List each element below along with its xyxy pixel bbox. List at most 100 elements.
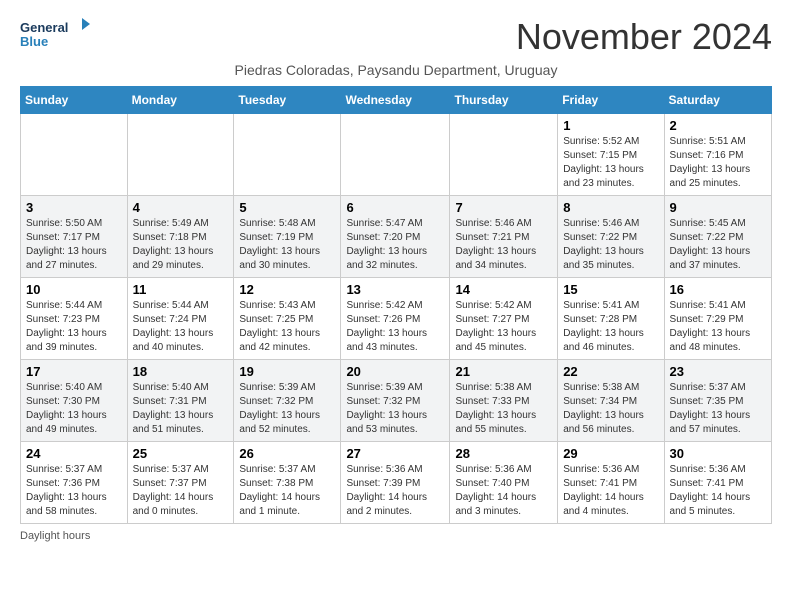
day-header-monday: Monday — [127, 87, 234, 114]
calendar-cell: 17 Sunrise: 5:40 AMSunset: 7:30 PMDayligh… — [21, 360, 128, 442]
day-info: Sunrise: 5:44 AMSunset: 7:23 PMDaylight:… — [26, 299, 122, 355]
day-number: 11 — [133, 282, 229, 297]
day-info: Sunrise: 5:36 AMSunset: 7:40 PMDaylight:… — [455, 463, 552, 519]
day-info: Sunrise: 5:45 AMSunset: 7:22 PMDaylight:… — [670, 217, 766, 273]
day-number: 3 — [26, 200, 122, 215]
day-number: 29 — [563, 446, 658, 461]
day-number: 10 — [26, 282, 122, 297]
day-number: 30 — [670, 446, 766, 461]
calendar-cell: 28Sunrise: 5:36 AMSunset: 7:40 PMDayligh… — [450, 442, 558, 524]
day-number: 23 — [670, 364, 766, 379]
day-number: 17 — [26, 364, 122, 379]
footer-note: Daylight hours — [20, 530, 772, 542]
logo: General Blue — [20, 16, 90, 56]
day-info: Sunrise: 5:42 AMSunset: 7:27 PMDaylight:… — [455, 299, 552, 355]
calendar-cell: 26 Sunrise: 5:37 AMSunset: 7:38 PMDayligh… — [234, 442, 341, 524]
calendar-cell — [21, 114, 128, 196]
calendar-cell: 7 Sunrise: 5:46 AMSunset: 7:21 PMDaylight… — [450, 196, 558, 278]
day-info: Sunrise: 5:39 AMSunset: 7:32 PMDaylight:… — [346, 381, 444, 437]
day-info: Sunrise: 5:37 AMSunset: 7:36 PMDaylight:… — [26, 463, 122, 519]
day-number: 16 — [670, 282, 766, 297]
day-number: 20 — [346, 364, 444, 379]
day-info: Sunrise: 5:36 AMSunset: 7:41 PMDaylight:… — [563, 463, 658, 519]
day-number: 18 — [133, 364, 229, 379]
day-info: Sunrise: 5:36 AMSunset: 7:41 PMDaylight:… — [670, 463, 766, 519]
day-header-saturday: Saturday — [664, 87, 771, 114]
day-number: 14 — [455, 282, 552, 297]
calendar-cell: 21 Sunrise: 5:38 AMSunset: 7:33 PMDayligh… — [450, 360, 558, 442]
calendar-cell: 20 Sunrise: 5:39 AMSunset: 7:32 PMDayligh… — [341, 360, 450, 442]
calendar-cell: 9 Sunrise: 5:45 AMSunset: 7:22 PMDaylight… — [664, 196, 771, 278]
calendar-cell: 11 Sunrise: 5:44 AMSunset: 7:24 PMDayligh… — [127, 278, 234, 360]
day-number: 15 — [563, 282, 658, 297]
day-info: Sunrise: 5:42 AMSunset: 7:26 PMDaylight:… — [346, 299, 444, 355]
day-number: 5 — [239, 200, 335, 215]
calendar-cell — [127, 114, 234, 196]
day-header-tuesday: Tuesday — [234, 87, 341, 114]
day-number: 2 — [670, 118, 766, 133]
day-info: Sunrise: 5:37 AMSunset: 7:35 PMDaylight:… — [670, 381, 766, 437]
day-number: 8 — [563, 200, 658, 215]
page-title: November 2024 — [516, 16, 772, 58]
day-number: 26 — [239, 446, 335, 461]
day-info: Sunrise: 5:49 AMSunset: 7:18 PMDaylight:… — [133, 217, 229, 273]
day-number: 4 — [133, 200, 229, 215]
day-info: Sunrise: 5:40 AMSunset: 7:30 PMDaylight:… — [26, 381, 122, 437]
calendar-cell: 24 Sunrise: 5:37 AMSunset: 7:36 PMDayligh… — [21, 442, 128, 524]
calendar: SundayMondayTuesdayWednesdayThursdayFrid… — [20, 86, 772, 524]
day-info: Sunrise: 5:46 AMSunset: 7:22 PMDaylight:… — [563, 217, 658, 273]
day-info: Sunrise: 5:47 AMSunset: 7:20 PMDaylight:… — [346, 217, 444, 273]
day-number: 19 — [239, 364, 335, 379]
calendar-cell — [234, 114, 341, 196]
day-number: 13 — [346, 282, 444, 297]
svg-text:Blue: Blue — [20, 34, 48, 49]
day-info: Sunrise: 5:43 AMSunset: 7:25 PMDaylight:… — [239, 299, 335, 355]
day-info: Sunrise: 5:41 AMSunset: 7:29 PMDaylight:… — [670, 299, 766, 355]
calendar-cell: 14 Sunrise: 5:42 AMSunset: 7:27 PMDayligh… — [450, 278, 558, 360]
day-number: 12 — [239, 282, 335, 297]
day-info: Sunrise: 5:51 AMSunset: 7:16 PMDaylight:… — [670, 135, 766, 191]
day-info: Sunrise: 5:37 AMSunset: 7:37 PMDaylight:… — [133, 463, 229, 519]
calendar-cell: 8 Sunrise: 5:46 AMSunset: 7:22 PMDaylight… — [558, 196, 664, 278]
calendar-cell: 30 Sunrise: 5:36 AMSunset: 7:41 PMDayligh… — [664, 442, 771, 524]
calendar-cell: 3 Sunrise: 5:50 AMSunset: 7:17 PMDaylight… — [21, 196, 128, 278]
day-info: Sunrise: 5:38 AMSunset: 7:33 PMDaylight:… — [455, 381, 552, 437]
day-info: Sunrise: 5:40 AMSunset: 7:31 PMDaylight:… — [133, 381, 229, 437]
day-number: 25 — [133, 446, 229, 461]
calendar-cell: 4 Sunrise: 5:49 AMSunset: 7:18 PMDaylight… — [127, 196, 234, 278]
day-info: Sunrise: 5:44 AMSunset: 7:24 PMDaylight:… — [133, 299, 229, 355]
day-info: Sunrise: 5:37 AMSunset: 7:38 PMDaylight:… — [239, 463, 335, 519]
calendar-cell: 19Sunrise: 5:39 AMSunset: 7:32 PMDayligh… — [234, 360, 341, 442]
day-number: 9 — [670, 200, 766, 215]
day-number: 21 — [455, 364, 552, 379]
calendar-cell: 23 Sunrise: 5:37 AMSunset: 7:35 PMDayligh… — [664, 360, 771, 442]
day-info: Sunrise: 5:50 AMSunset: 7:17 PMDaylight:… — [26, 217, 122, 273]
day-info: Sunrise: 5:48 AMSunset: 7:19 PMDaylight:… — [239, 217, 335, 273]
calendar-cell: 13 Sunrise: 5:42 AMSunset: 7:26 PMDayligh… — [341, 278, 450, 360]
calendar-cell: 2 Sunrise: 5:51 AMSunset: 7:16 PMDaylight… — [664, 114, 771, 196]
calendar-cell: 10 Sunrise: 5:44 AMSunset: 7:23 PMDayligh… — [21, 278, 128, 360]
day-number: 1 — [563, 118, 658, 133]
day-header-friday: Friday — [558, 87, 664, 114]
day-number: 24 — [26, 446, 122, 461]
calendar-cell: 16 Sunrise: 5:41 AMSunset: 7:29 PMDayligh… — [664, 278, 771, 360]
calendar-cell: 22 Sunrise: 5:38 AMSunset: 7:34 PMDayligh… — [558, 360, 664, 442]
day-info: Sunrise: 5:38 AMSunset: 7:34 PMDaylight:… — [563, 381, 658, 437]
day-number: 22 — [563, 364, 658, 379]
calendar-cell: 6 Sunrise: 5:47 AMSunset: 7:20 PMDaylight… — [341, 196, 450, 278]
logo-svg: General Blue — [20, 16, 90, 56]
day-number: 7 — [455, 200, 552, 215]
day-info: Sunrise: 5:46 AMSunset: 7:21 PMDaylight:… — [455, 217, 552, 273]
calendar-cell: 15 Sunrise: 5:41 AMSunset: 7:28 PMDayligh… — [558, 278, 664, 360]
day-info: Sunrise: 5:52 AMSunset: 7:15 PMDaylight:… — [563, 135, 658, 191]
day-number: 27 — [346, 446, 444, 461]
calendar-cell: 5 Sunrise: 5:48 AMSunset: 7:19 PMDaylight… — [234, 196, 341, 278]
calendar-cell: 18 Sunrise: 5:40 AMSunset: 7:31 PMDayligh… — [127, 360, 234, 442]
day-header-wednesday: Wednesday — [341, 87, 450, 114]
calendar-cell: 25 Sunrise: 5:37 AMSunset: 7:37 PMDayligh… — [127, 442, 234, 524]
day-number: 6 — [346, 200, 444, 215]
calendar-cell: 29 Sunrise: 5:36 AMSunset: 7:41 PMDayligh… — [558, 442, 664, 524]
day-info: Sunrise: 5:41 AMSunset: 7:28 PMDaylight:… — [563, 299, 658, 355]
calendar-cell — [341, 114, 450, 196]
calendar-cell: 1 Sunrise: 5:52 AMSunset: 7:15 PMDaylight… — [558, 114, 664, 196]
